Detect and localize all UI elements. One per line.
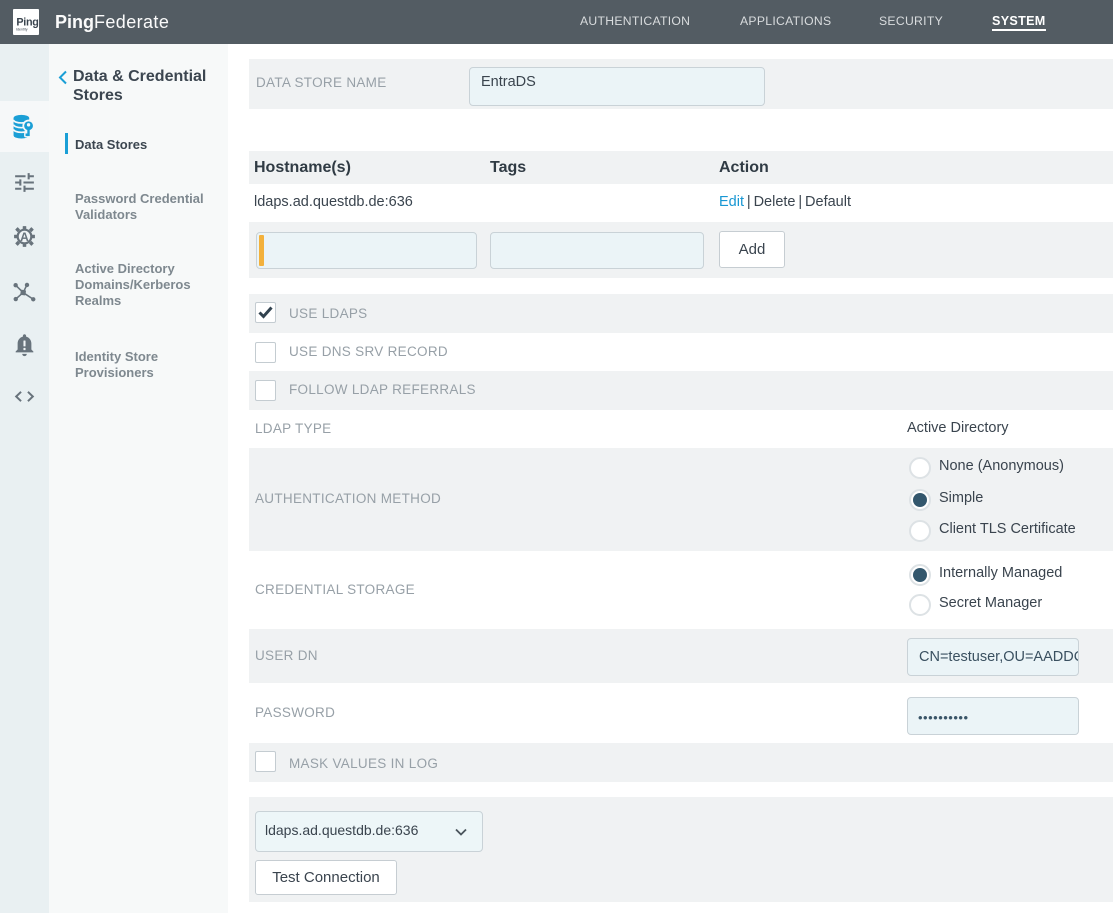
svg-text:Identity: Identity (16, 28, 28, 32)
svg-text:A: A (20, 230, 29, 244)
